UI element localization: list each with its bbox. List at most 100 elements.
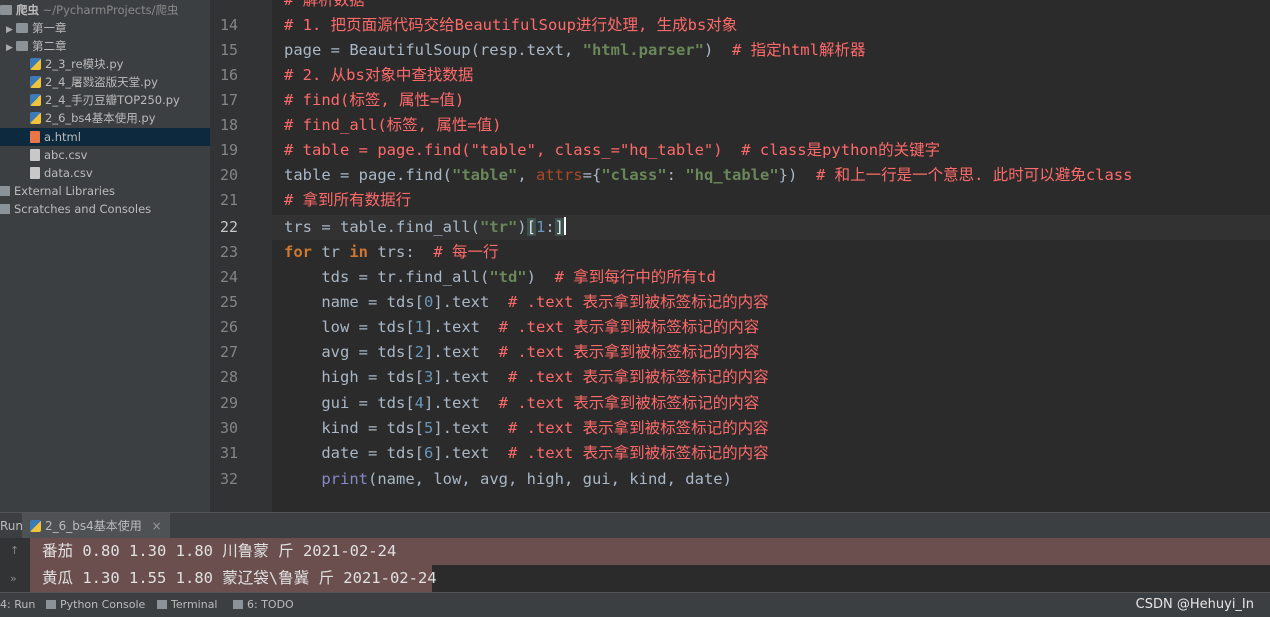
tree-item-file[interactable]: 2_6_bs4基本使用.py: [30, 109, 156, 127]
project-root-path: ~/PycharmProjects/爬虫: [42, 3, 179, 17]
tree-item-file[interactable]: abc.csv: [30, 146, 87, 164]
line-number: 31: [219, 444, 238, 462]
arrow-down-icon[interactable]: »: [10, 572, 17, 585]
tree-item-label: 第二章: [32, 39, 67, 53]
project-root-label: 爬虫: [16, 3, 39, 17]
line-number: 15: [219, 41, 238, 59]
project-root[interactable]: 爬虫 ~/PycharmProjects/爬虫: [0, 1, 179, 19]
code-line: # 解析数据: [284, 0, 365, 13]
tree-item-file-selected[interactable]: a.html: [0, 128, 210, 146]
run-console-output[interactable]: ↑ » 番茄 0.80 1.30 1.80 川鲁蒙 斤 2021-02-24 黄…: [0, 538, 1270, 592]
line-number: 23: [219, 243, 238, 261]
tree-item-label: External Libraries: [14, 184, 116, 198]
python-file-icon: [30, 76, 41, 88]
run-panel-header: Run: 2_6_bs4基本使用 ×: [0, 512, 1270, 539]
tab-python-console[interactable]: Python Console: [46, 593, 145, 617]
tree-item-label: abc.csv: [44, 148, 88, 162]
tab-label: Terminal: [171, 598, 218, 611]
tree-item-label: a.html: [44, 130, 81, 144]
code-comment: # 解析数据: [284, 0, 365, 9]
bottom-tool-bar: 4: Run Python Console Terminal 6: TODO C…: [0, 592, 1270, 617]
line-number: 19: [219, 141, 238, 159]
line-number: 30: [219, 419, 238, 437]
csv-file-icon: [30, 167, 40, 179]
tree-item-label: 第一章: [32, 21, 67, 35]
folder-icon: [0, 5, 12, 15]
python-file-icon: [30, 94, 41, 106]
tree-item-chapter1[interactable]: ▶ 第一章: [6, 19, 67, 37]
code-line: low = tds[1].text # .text 表示拿到被标签标记的内容: [284, 318, 760, 336]
arrow-up-icon[interactable]: ↑: [10, 544, 19, 557]
text-caret: [564, 217, 567, 235]
library-icon: [0, 186, 10, 196]
line-number: 26: [219, 318, 238, 336]
line-number: 20: [219, 166, 238, 184]
tree-item-scratches[interactable]: Scratches and Consoles: [0, 200, 151, 218]
code-editor[interactable]: # 解析数据 # 1. 把页面源代码交给BeautifulSoup进行处理, 生…: [272, 0, 1270, 512]
line-number-gutter[interactable]: 14 15 16 17 18 19 20 21 22 23 24 25 26 2…: [210, 0, 273, 512]
todo-icon: [233, 600, 243, 609]
tree-item-label: data.csv: [44, 166, 93, 180]
tree-item-file[interactable]: 2_3_re模块.py: [30, 55, 123, 73]
html-file-icon: [30, 131, 40, 143]
code-line: date = tds[6].text # .text 表示拿到被标签标记的内容: [284, 444, 769, 462]
tab-label: Python Console: [60, 598, 146, 611]
scratches-icon: [0, 204, 10, 214]
line-number: 28: [219, 368, 238, 386]
line-number: 32: [219, 470, 238, 488]
tree-item-file[interactable]: data.csv: [30, 164, 93, 182]
watermark: CSDN @Hehuyi_In: [1135, 597, 1254, 612]
tab-label: 6: TODO: [247, 598, 294, 611]
run-tab-button-label: 4: Run: [0, 598, 36, 611]
chevron-right-icon[interactable]: ▶: [6, 39, 14, 57]
terminal-icon: [157, 600, 167, 609]
code-line: # 拿到所有数据行: [284, 191, 412, 209]
tree-item-label: 2_6_bs4基本使用.py: [45, 111, 156, 125]
tree-item-label: Scratches and Consoles: [14, 202, 152, 216]
tab-todo[interactable]: 6: TODO: [233, 593, 294, 617]
line-number: 21: [219, 191, 238, 209]
line-number: 29: [219, 394, 238, 412]
run-tab-label: 2_6_bs4基本使用: [45, 519, 142, 533]
code-line: print(name, low, avg, high, gui, kind, d…: [321, 470, 732, 488]
line-number-current: 22: [219, 218, 238, 236]
run-toolbar: ↑ »: [0, 538, 30, 592]
python-file-icon: [30, 112, 41, 124]
code-line: gui = tds[4].text # .text 表示拿到被标签标记的内容: [284, 394, 760, 412]
line-number: 14: [219, 16, 238, 34]
folder-icon: [16, 23, 28, 33]
code-line: table = page.find("table", attrs={"class…: [284, 166, 1133, 184]
tree-item-external-libraries[interactable]: External Libraries: [0, 182, 115, 200]
python-file-icon: [30, 58, 41, 70]
close-icon[interactable]: ×: [152, 519, 162, 533]
python-file-icon: [30, 520, 41, 532]
line-number: 17: [219, 91, 238, 109]
code-line: name = tds[0].text # .text 表示拿到被标签标记的内容: [284, 293, 769, 311]
tree-item-file[interactable]: 2_4_屠戮盗版天堂.py: [30, 73, 158, 91]
output-line: 番茄 0.80 1.30 1.80 川鲁蒙 斤 2021-02-24: [30, 538, 1270, 565]
project-tree: 爬虫 ~/PycharmProjects/爬虫 ▶ 第一章 ▶ 第二章 2_3_re…: [0, 0, 210, 512]
tree-item-label: 2_3_re模块.py: [45, 57, 124, 71]
tree-item-chapter2[interactable]: ▶ 第二章: [6, 37, 67, 55]
tree-item-file[interactable]: 2_4_手刃豆瓣TOP250.py: [30, 91, 180, 109]
line-number: 16: [219, 66, 238, 84]
code-line: for tr in trs: # 每一行: [284, 243, 499, 261]
line-number: 24: [219, 268, 238, 286]
tree-item-label: 2_4_屠戮盗版天堂.py: [45, 75, 158, 89]
code-line: # table = page.find("table", class_="hq_…: [284, 141, 941, 159]
code-line: avg = tds[2].text # .text 表示拿到被标签标记的内容: [284, 343, 760, 361]
line-number: 25: [219, 293, 238, 311]
tab-terminal[interactable]: Terminal: [157, 593, 218, 617]
line-number: 18: [219, 116, 238, 134]
python-console-icon: [46, 600, 56, 609]
tab-run[interactable]: 4: Run: [0, 593, 35, 617]
run-tab[interactable]: 2_6_bs4基本使用 ×: [22, 513, 170, 539]
code-line: # find_all(标签, 属性=值): [284, 116, 502, 134]
csv-file-icon: [30, 149, 40, 161]
code-line: page = BeautifulSoup(resp.text, "html.pa…: [284, 41, 866, 59]
code-line: # find(标签, 属性=值): [284, 91, 465, 109]
output-line: 黄瓜 1.30 1.55 1.80 蒙辽袋\鲁冀 斤 2021-02-24: [30, 565, 437, 592]
line-number: 27: [219, 343, 238, 361]
code-line: kind = tds[5].text # .text 表示拿到被标签标记的内容: [284, 419, 769, 437]
tree-item-label: 2_4_手刃豆瓣TOP250.py: [45, 93, 180, 107]
